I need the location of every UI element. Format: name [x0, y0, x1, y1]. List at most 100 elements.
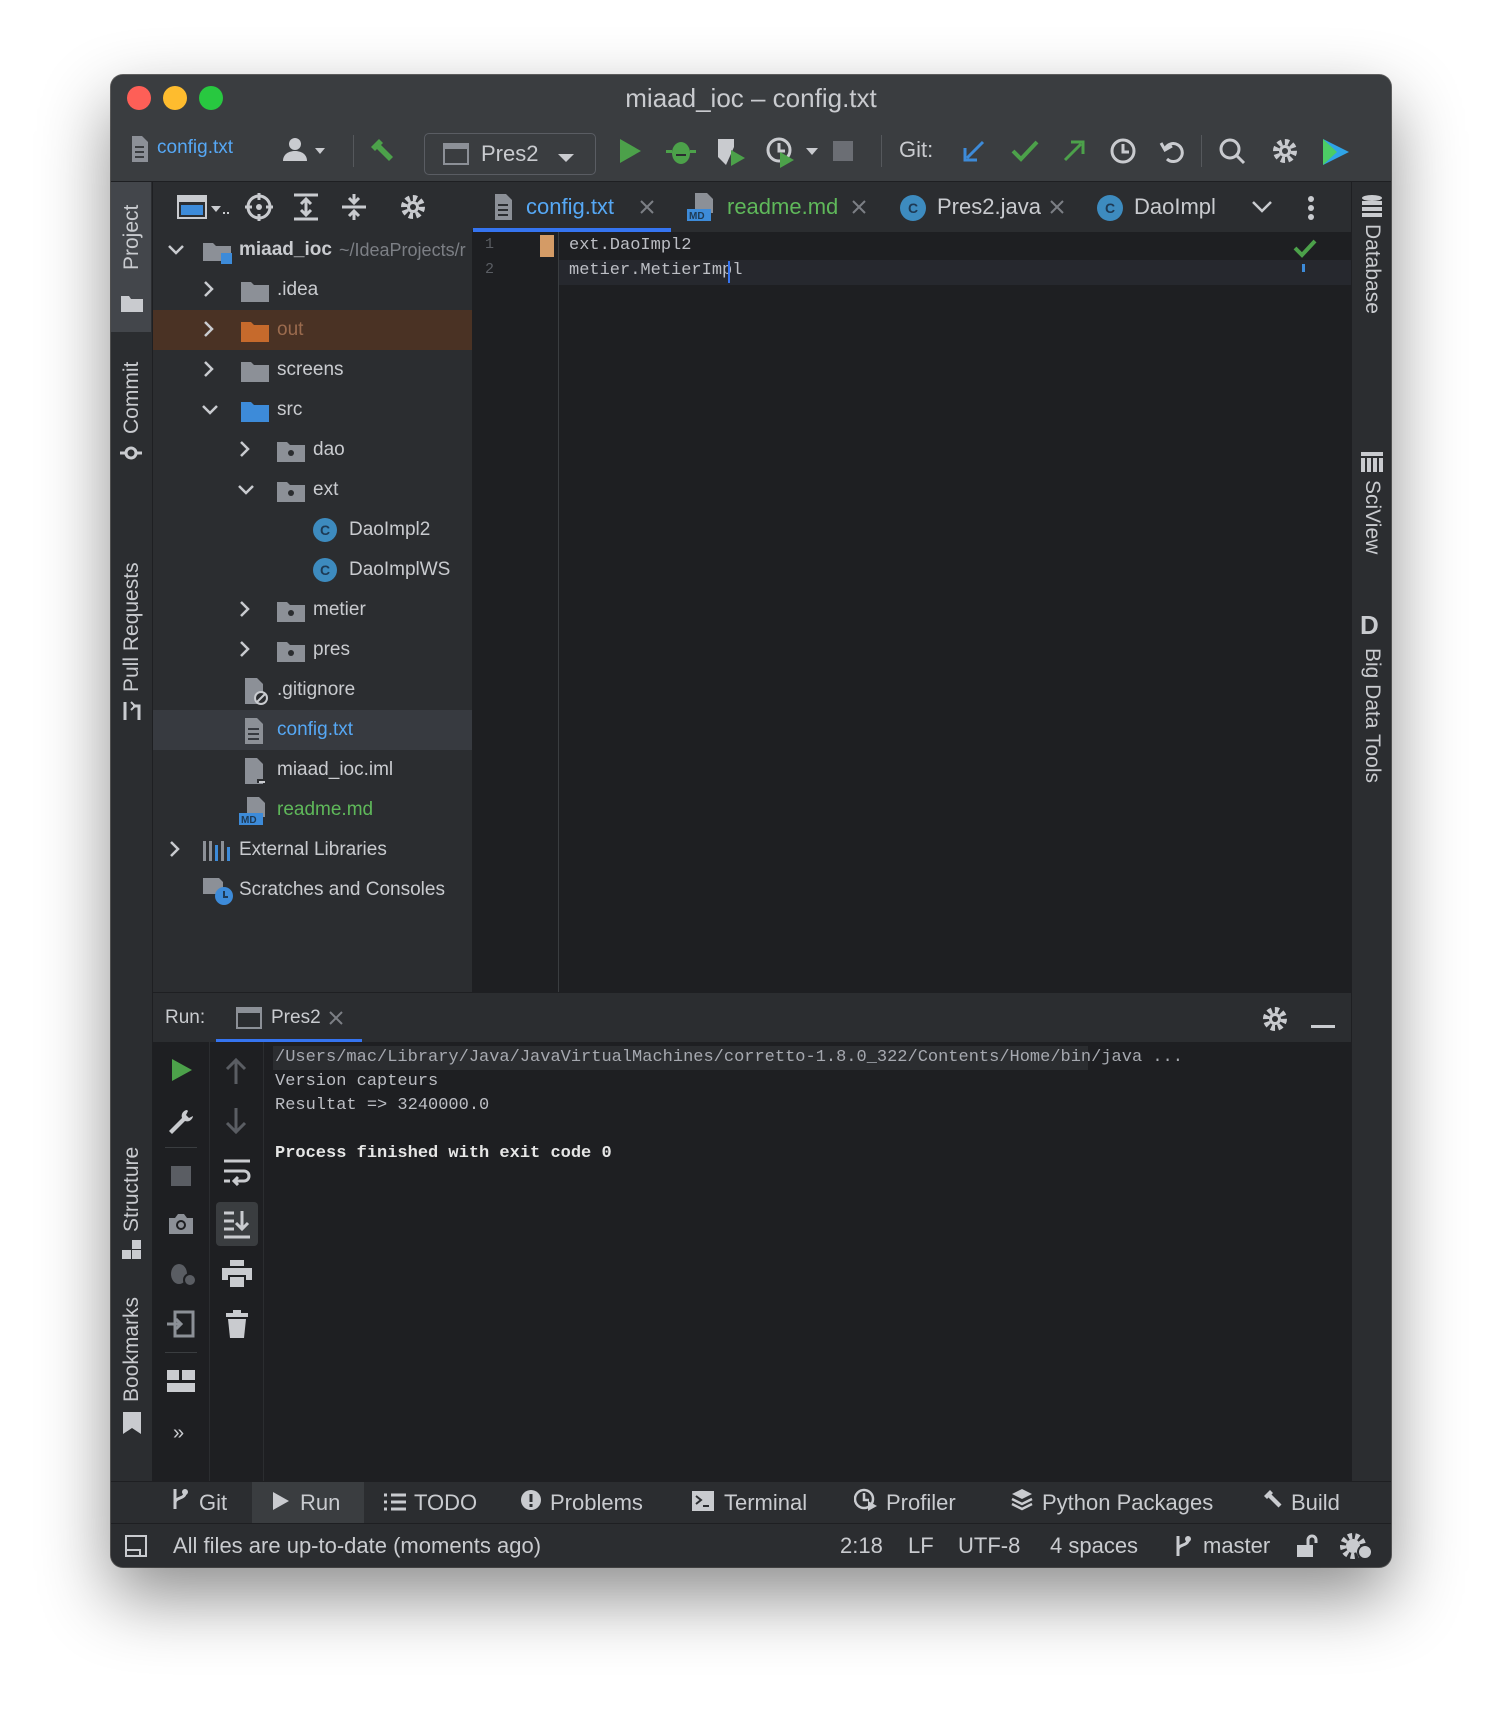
tool-pull-requests[interactable]: Pull Requests — [120, 562, 144, 692]
project-settings-gear-icon[interactable] — [399, 193, 427, 226]
history-clock-icon[interactable] — [1109, 137, 1137, 170]
more-chevrons-icon[interactable]: » — [173, 1422, 184, 1445]
chevron-right-icon[interactable] — [239, 600, 251, 623]
tree-item-screens[interactable]: screens — [153, 350, 473, 390]
tool-bookmarks[interactable]: Bookmarks — [120, 1297, 144, 1402]
tree-item-pres[interactable]: pres — [153, 630, 473, 670]
wrench-icon[interactable] — [167, 1108, 195, 1141]
breadcrumb-file[interactable]: config.txt — [157, 137, 233, 159]
bottom-tool-python-packages[interactable]: Python Packages — [1010, 1482, 1213, 1524]
tree-item-metier[interactable]: metier — [153, 590, 473, 630]
build-hammer-icon[interactable] — [367, 135, 399, 172]
expand-all-icon[interactable] — [293, 193, 319, 226]
bottom-tool-run[interactable]: Run — [252, 1482, 364, 1524]
close-tab-icon[interactable] — [851, 199, 867, 220]
tool-database[interactable]: Database — [1360, 224, 1384, 314]
trash-icon[interactable] — [226, 1310, 248, 1343]
chevron-down-icon[interactable] — [1251, 200, 1273, 219]
close-tab-icon[interactable] — [639, 199, 655, 220]
file-encoding[interactable]: UTF-8 — [958, 1524, 1020, 1567]
settings-gear-icon[interactable] — [1271, 137, 1299, 170]
git-commit-check-icon[interactable] — [1011, 138, 1039, 169]
tree-item-ext[interactable]: ext — [153, 470, 473, 510]
run-config-selector[interactable]: Pres2 — [424, 133, 596, 175]
more-vertical-icon[interactable] — [1307, 195, 1315, 226]
bottom-tool-build[interactable]: Build — [1261, 1482, 1340, 1524]
bottom-tool-git[interactable]: Git — [171, 1482, 227, 1524]
caret-position[interactable]: 2:18 — [840, 1524, 883, 1567]
locate-crosshair-icon[interactable] — [245, 193, 273, 226]
run-icon[interactable] — [618, 138, 642, 169]
tree-item-iml[interactable]: miaad_ioc.iml — [153, 750, 473, 790]
tree-item-gitignore[interactable]: .gitignore — [153, 670, 473, 710]
chevron-right-icon[interactable] — [169, 840, 181, 863]
code-with-me-icon[interactable] — [1321, 137, 1351, 172]
inspection-ok-check-icon[interactable] — [1293, 238, 1317, 263]
run-tab-pres2[interactable]: Pres2 — [216, 993, 362, 1043]
git-update-icon[interactable] — [961, 138, 987, 169]
close-tab-icon[interactable] — [1049, 199, 1065, 220]
chevron-down-icon[interactable] — [237, 480, 255, 501]
profiler-icon[interactable] — [766, 136, 824, 173]
rollback-icon[interactable] — [1159, 137, 1187, 170]
tree-item-readme[interactable]: MD readme.md — [153, 790, 473, 830]
unlock-icon[interactable] — [1297, 1534, 1319, 1563]
print-icon[interactable] — [222, 1260, 252, 1293]
project-view-selector-icon[interactable] — [177, 194, 229, 225]
tab-config-txt[interactable]: config.txt — [473, 182, 671, 232]
close-tab-icon[interactable] — [329, 1011, 343, 1030]
chevron-right-icon[interactable] — [203, 280, 215, 303]
scroll-to-end-toggle[interactable] — [216, 1202, 258, 1246]
chevron-right-icon[interactable] — [239, 440, 251, 463]
collapse-all-icon[interactable] — [341, 193, 367, 226]
coverage-icon[interactable] — [715, 136, 747, 173]
code-editor[interactable]: 1 2 ext.DaoImpl2 metier.MetierImpl — [473, 232, 1351, 992]
tree-item-idea[interactable]: .idea — [153, 270, 473, 310]
tab-readme-md[interactable]: MD readme.md — [671, 182, 884, 232]
tool-structure[interactable]: Structure — [120, 1147, 144, 1232]
tree-item-src[interactable]: src — [153, 390, 473, 430]
tool-sciview[interactable]: SciView — [1360, 480, 1384, 554]
tool-project[interactable]: Project — [120, 205, 144, 270]
tree-item-daoimplws[interactable]: C DaoImplWS — [153, 550, 473, 590]
layout-icon[interactable] — [167, 1370, 195, 1397]
minimize-panel-icon[interactable] — [1311, 1016, 1335, 1034]
tree-item-out[interactable]: out — [153, 310, 473, 350]
chevron-right-icon[interactable] — [239, 640, 251, 663]
chevron-right-icon[interactable] — [203, 360, 215, 383]
chevron-right-icon[interactable] — [203, 320, 215, 343]
tool-commit[interactable]: Commit — [120, 362, 144, 434]
bottom-tool-profiler[interactable]: Profiler — [853, 1482, 956, 1524]
tree-item-daoimpl2[interactable]: C DaoImpl2 — [153, 510, 473, 550]
status-message[interactable]: All files are up-to-date (moments ago) — [173, 1524, 541, 1567]
restore-layout-icon[interactable] — [167, 1310, 195, 1343]
camera-icon[interactable] — [167, 1212, 195, 1241]
bottom-tool-terminal[interactable]: Terminal — [692, 1482, 807, 1524]
chevron-down-icon[interactable] — [201, 400, 219, 421]
tab-pres2-java[interactable]: C Pres2.java — [884, 182, 1081, 232]
tree-item-miaad-ioc[interactable]: miaad_ioc ~/IdeaProjects/r — [153, 230, 473, 270]
git-branch[interactable]: master — [1203, 1524, 1270, 1567]
user-icon[interactable] — [281, 135, 331, 170]
chevron-down-icon[interactable] — [167, 240, 185, 261]
tree-item-config-txt[interactable]: config.txt — [153, 710, 473, 750]
tree-item-scratches[interactable]: Scratches and Consoles — [153, 870, 473, 910]
git-push-icon[interactable] — [1061, 138, 1087, 169]
soft-wrap-icon[interactable] — [222, 1158, 252, 1191]
toggle-tool-windows-icon[interactable] — [125, 1535, 147, 1562]
bottom-tool-todo[interactable]: TODO — [384, 1482, 477, 1524]
bottom-tool-problems[interactable]: Problems — [520, 1482, 643, 1524]
settings-notification-icon[interactable] — [1339, 1532, 1373, 1565]
tree-item-dao[interactable]: dao — [153, 430, 473, 470]
scroll-marker — [1302, 264, 1305, 272]
debug-bug-icon[interactable] — [666, 136, 696, 171]
tree-item-external-libraries[interactable]: External Libraries — [153, 830, 473, 870]
search-icon[interactable] — [1218, 137, 1246, 170]
rerun-icon[interactable] — [171, 1058, 193, 1087]
run-settings-gear-icon[interactable] — [1261, 1005, 1289, 1038]
tool-big-data-tools[interactable]: Big Data Tools — [1360, 648, 1384, 783]
line-separator[interactable]: LF — [908, 1524, 934, 1567]
tab-daoimpl[interactable]: C DaoImpl — [1081, 182, 1231, 232]
console-output[interactable]: /Users/mac/Library/Java/JavaVirtualMachi… — [263, 1042, 1351, 1481]
indent-setting[interactable]: 4 spaces — [1050, 1524, 1138, 1567]
